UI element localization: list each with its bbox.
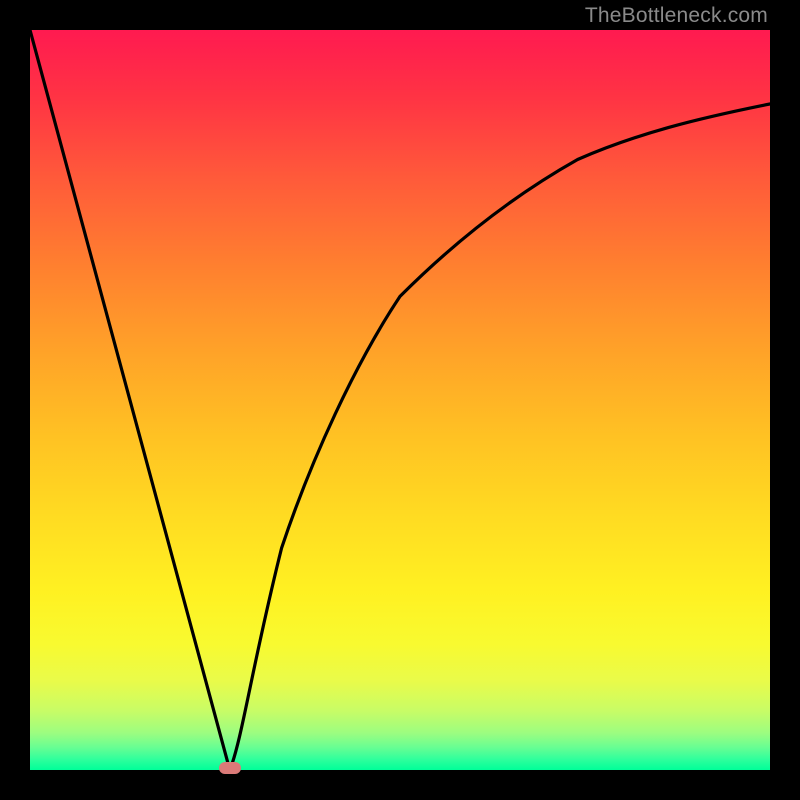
plot-area bbox=[30, 30, 770, 770]
apex-marker bbox=[219, 762, 241, 774]
bottleneck-curve bbox=[30, 30, 770, 770]
watermark-text: TheBottleneck.com bbox=[585, 4, 768, 28]
curve-layer bbox=[30, 30, 770, 770]
chart-frame: TheBottleneck.com bbox=[0, 0, 800, 800]
